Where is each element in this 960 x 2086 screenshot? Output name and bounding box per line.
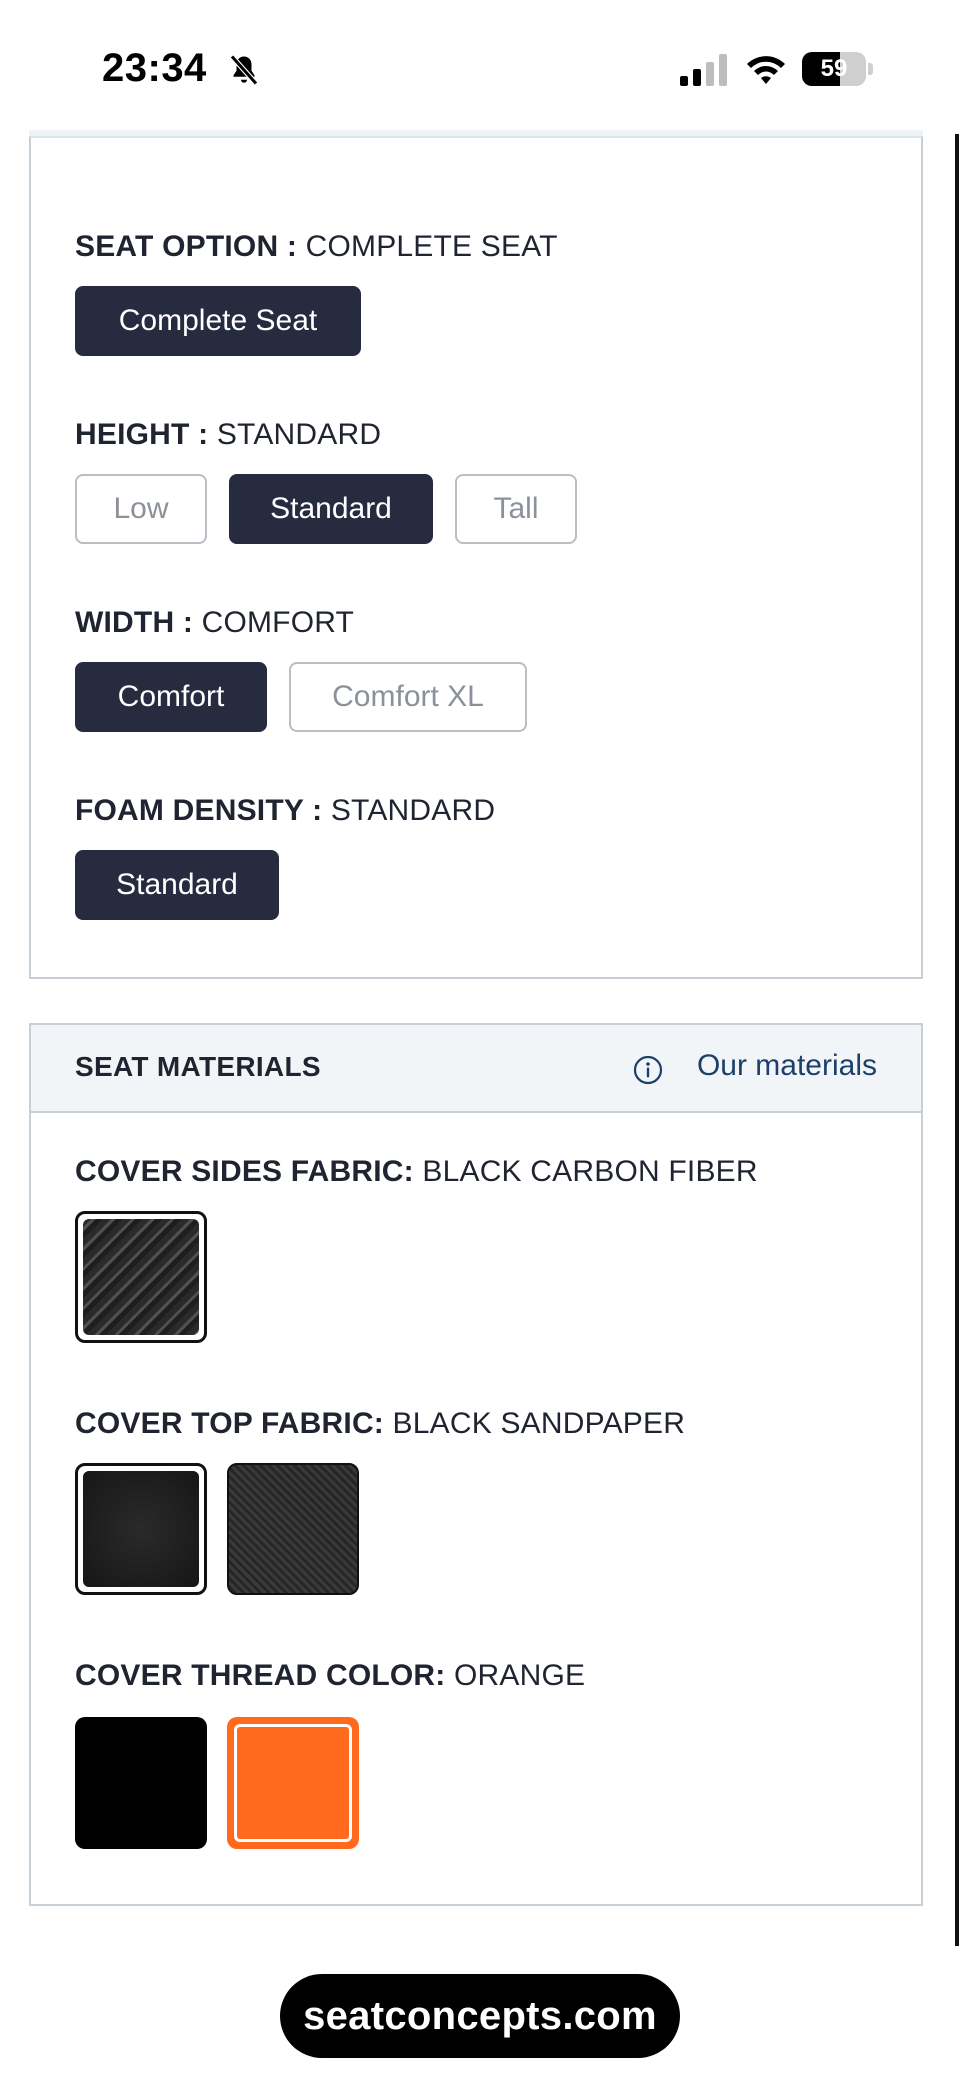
cover-thread-label: COVER THREAD COLOR: ORANGE	[75, 1659, 585, 1693]
cover-top-name: COVER TOP FABRIC:	[75, 1407, 384, 1440]
seat-option-label: SEAT OPTION : COMPLETE SEAT	[75, 230, 558, 264]
foam-density-label: FOAM DENSITY : STANDARD	[75, 794, 495, 828]
sandpaper-texture	[83, 1471, 199, 1587]
height-standard-button[interactable]: Standard	[229, 474, 433, 544]
orange-thread-selected-ring	[234, 1724, 352, 1842]
battery-percent: 59	[820, 55, 848, 82]
foam-density-name: FOAM DENSITY :	[75, 794, 323, 827]
cover-sides-label: COVER SIDES FABRIC: BLACK CARBON FIBER	[75, 1155, 758, 1189]
cover-top-value: BLACK SANDPAPER	[392, 1407, 686, 1440]
battery-nub	[868, 63, 873, 75]
black-mesh-swatch[interactable]	[227, 1463, 359, 1595]
cover-sides-value: BLACK CARBON FIBER	[422, 1155, 758, 1188]
materials-title: SEAT MATERIALS	[75, 1051, 321, 1082]
foam-standard-button[interactable]: Standard	[75, 850, 279, 920]
wifi-icon	[747, 56, 785, 84]
bell-muted-icon	[230, 54, 258, 86]
orange-thread-swatch[interactable]	[227, 1717, 359, 1849]
width-label: WIDTH : COMFORT	[75, 606, 354, 640]
width-comfort-xl-button[interactable]: Comfort XL	[289, 662, 527, 732]
height-low-button[interactable]: Low	[75, 474, 207, 544]
our-materials-link[interactable]: Our materials	[697, 1049, 877, 1083]
info-icon[interactable]	[633, 1055, 663, 1085]
seat-materials-panel: SEAT MATERIALS Our materials COVER SIDES…	[29, 1023, 923, 1906]
black-sandpaper-swatch[interactable]	[75, 1463, 207, 1595]
signal-icon	[680, 54, 727, 86]
height-tall-button[interactable]: Tall	[455, 474, 577, 544]
height-value: STANDARD	[216, 418, 382, 451]
width-comfort-button[interactable]: Comfort	[75, 662, 267, 732]
height-label: HEIGHT : STANDARD	[75, 418, 381, 452]
seat-option-value: COMPLETE SEAT	[305, 230, 558, 263]
seat-option-name: SEAT OPTION :	[75, 230, 298, 263]
complete-seat-button[interactable]: Complete Seat	[75, 286, 361, 356]
width-name: WIDTH :	[75, 606, 194, 639]
seat-options-panel: SEAT OPTION : COMPLETE SEAT Complete Sea…	[29, 136, 923, 979]
battery-body: 59	[802, 52, 866, 86]
black-thread-swatch[interactable]	[75, 1717, 207, 1849]
height-name: HEIGHT :	[75, 418, 209, 451]
width-value: COMFORT	[201, 606, 355, 639]
cover-thread-value: ORANGE	[454, 1659, 586, 1692]
site-url-pill[interactable]: seatconcepts.com	[280, 1974, 680, 2058]
carbon-fiber-swatch[interactable]	[75, 1211, 207, 1343]
cover-sides-name: COVER SIDES FABRIC:	[75, 1155, 414, 1188]
battery-icon: 59	[802, 52, 874, 86]
cover-top-label: COVER TOP FABRIC: BLACK SANDPAPER	[75, 1407, 685, 1441]
status-time: 23:34	[102, 46, 207, 90]
status-bar: 23:34 59	[0, 0, 960, 130]
cover-thread-name: COVER THREAD COLOR:	[75, 1659, 446, 1692]
carbon-fiber-texture	[83, 1219, 199, 1335]
materials-header: SEAT MATERIALS Our materials	[31, 1025, 921, 1113]
scroll-indicator[interactable]	[955, 134, 959, 1946]
foam-density-value: STANDARD	[330, 794, 496, 827]
